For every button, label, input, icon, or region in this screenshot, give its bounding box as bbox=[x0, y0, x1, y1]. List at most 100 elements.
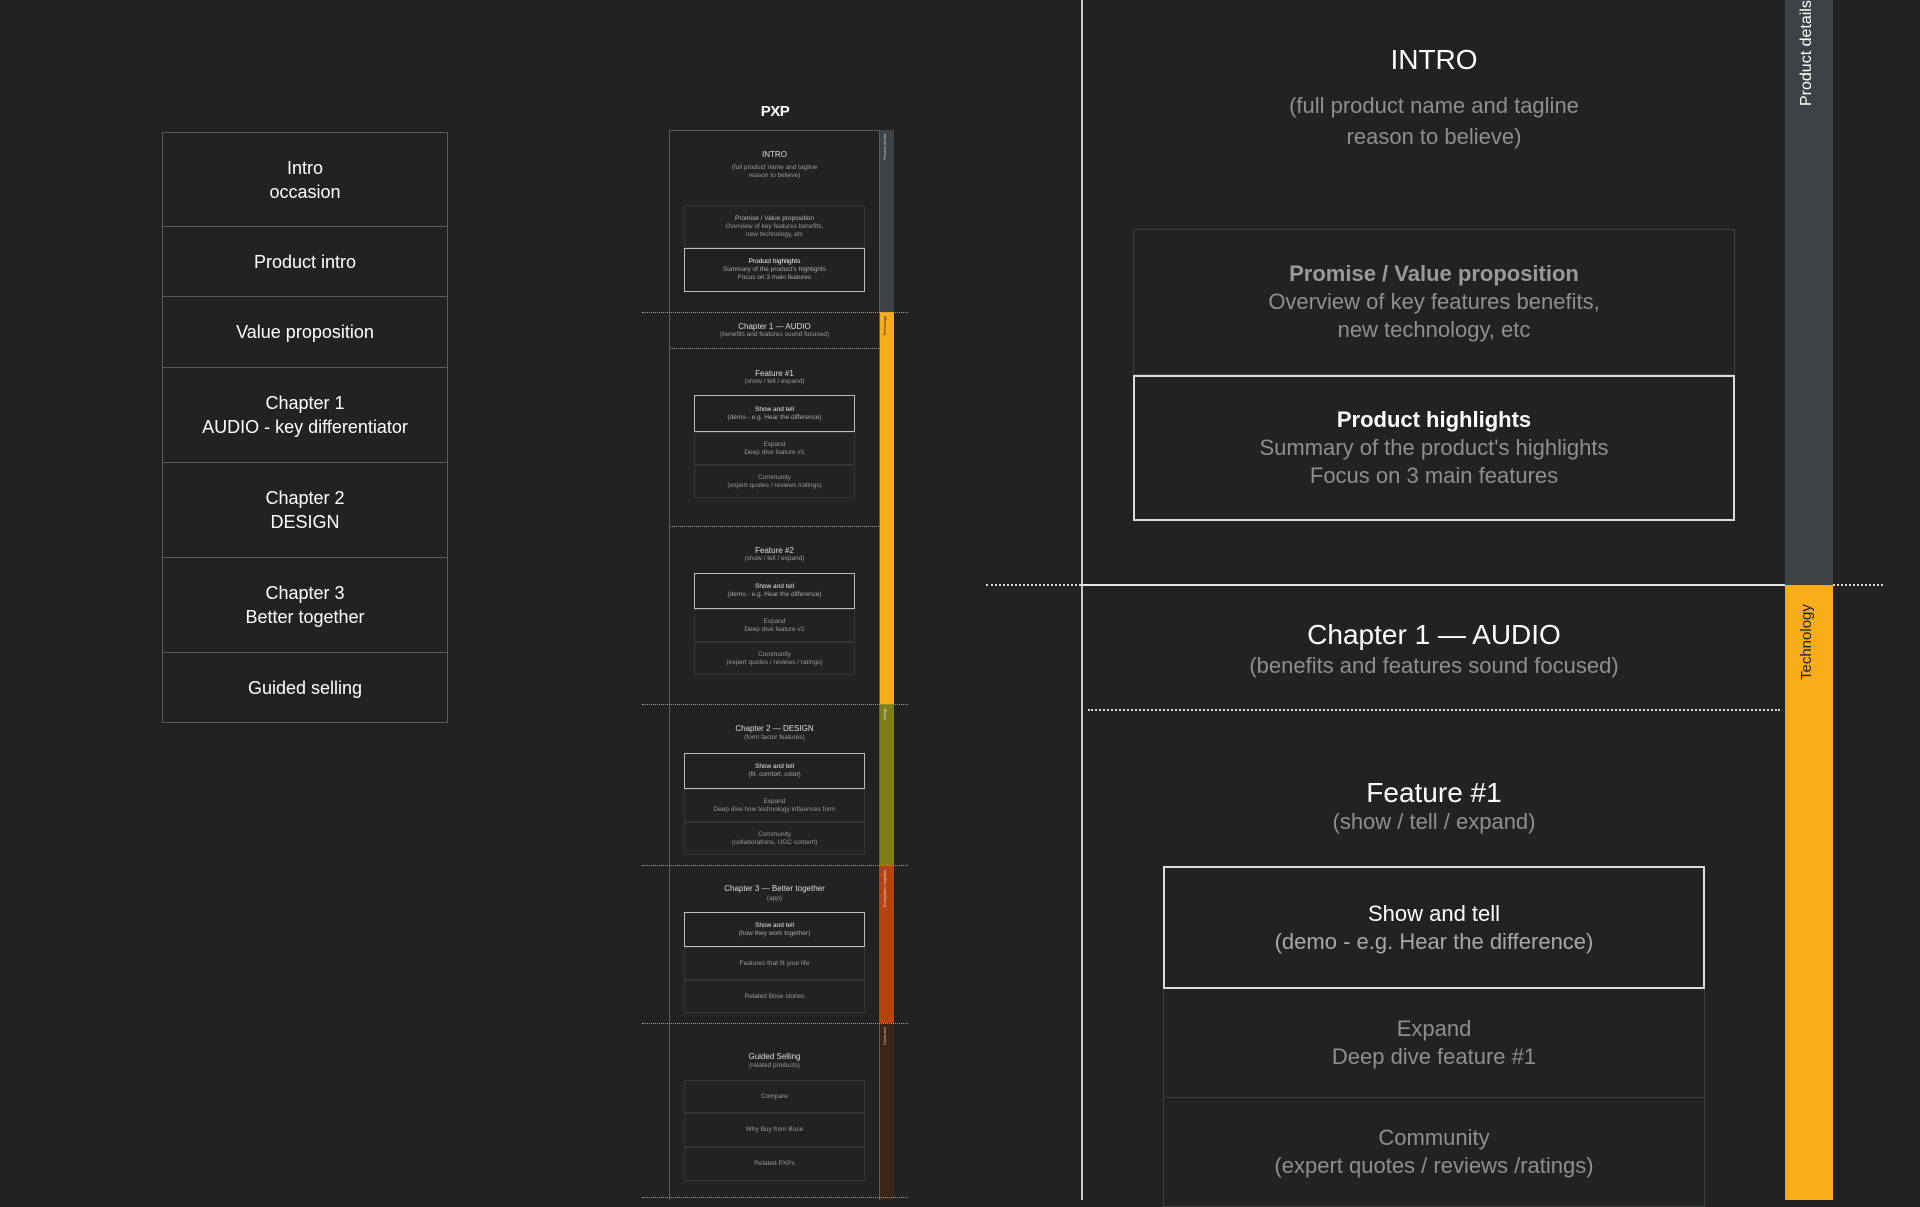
detail-highlights-box: Product highlights Summary of the produc… bbox=[1133, 375, 1735, 521]
detail-box-title: Product highlights bbox=[1336, 407, 1532, 432]
mini-f1-show-box: Show and tell (demo - e.g. Hear the diff… bbox=[694, 395, 855, 432]
outline-line: Better together bbox=[245, 607, 365, 627]
detail-f1-sub: (show / tell / expand) bbox=[1332, 809, 1536, 834]
band-design bbox=[880, 704, 894, 865]
detail-box-line: Focus on 3 main features bbox=[1309, 463, 1559, 488]
detail-box-title: Show and tell bbox=[1367, 900, 1501, 926]
mini-f1-title: Feature #1 bbox=[755, 369, 794, 378]
detail-divider-solid bbox=[1081, 584, 1785, 586]
mini-ch2-show-box: Show and tell (fit, comfort, color) bbox=[684, 753, 865, 789]
mini-box-line: Summary of the product's highlights bbox=[722, 266, 827, 273]
mini-ch2-expand-box: Expand Deep dive how technology influenc… bbox=[684, 789, 865, 822]
mini-f1-community-box: Community (expert quotes / reviews /rati… bbox=[694, 465, 855, 498]
mini-intro-sub: (full product name and tagline bbox=[731, 164, 818, 171]
mini-box-line: Overview of key features benefits, bbox=[725, 222, 824, 230]
detail-divider-dotted bbox=[986, 584, 1081, 586]
detail-box-title: Expand bbox=[1396, 1016, 1472, 1041]
mini-box-title: Show and tell bbox=[754, 921, 795, 929]
outline-line: Value proposition bbox=[236, 322, 374, 342]
outline-item-product-intro: Product intro bbox=[162, 226, 448, 297]
mini-box-line: (how they work together) bbox=[738, 929, 811, 937]
mini-box-line: (fit, comfort, color) bbox=[748, 771, 801, 778]
mini-ch3-sub: (app) bbox=[766, 895, 783, 902]
detail-ch1-sub: (benefits and features sound focused) bbox=[1249, 653, 1619, 678]
mini-f2-show-box: Show and tell (demo - e.g. Hear the diff… bbox=[694, 573, 855, 609]
detail-f1-title: Feature #1 bbox=[1366, 777, 1502, 808]
mini-ch1-title: Chapter 1 — AUDIO bbox=[738, 322, 811, 331]
mini-f2-title: Feature #2 bbox=[755, 546, 794, 555]
detail-left-border bbox=[1081, 0, 1083, 1200]
detail-band-label: Product details bbox=[1798, 0, 1815, 106]
detail-community-box: Community (expert quotes / reviews /rati… bbox=[1163, 1097, 1705, 1207]
outline-line: Chapter 3 bbox=[265, 583, 345, 603]
mini-divider bbox=[642, 865, 908, 866]
mini-box-line: Deep dive how technology influences form bbox=[713, 805, 836, 813]
mini-box-title: Compare bbox=[761, 1092, 788, 1100]
mini-box-line: (expert quotes / reviews / ratings) bbox=[726, 658, 823, 666]
mini-box-line: Deep dive feature #1 bbox=[744, 448, 805, 456]
detail-promise-box: Promise / Value proposition Overview of … bbox=[1133, 229, 1735, 375]
mini-box-line: (demo - e.g. Hear the difference) bbox=[727, 413, 822, 421]
mini-f2-sub: (show / tell / expand) bbox=[744, 555, 805, 562]
mini-gs-title: Guided Selling bbox=[748, 1052, 801, 1061]
mini-gs-why-box: Why Buy from Bose bbox=[684, 1113, 865, 1147]
outline-line: Product intro bbox=[253, 251, 357, 272]
mini-box-title: Related Bose stories bbox=[744, 992, 805, 1000]
mini-divider bbox=[670, 348, 879, 349]
band-label: Cross sell bbox=[882, 1027, 887, 1045]
band-label: Ecosystem / together bbox=[882, 869, 887, 907]
mini-box-title: Expand bbox=[763, 797, 786, 805]
detail-box-line: new technology, etc bbox=[1337, 317, 1531, 342]
detail-box-title: Community bbox=[1378, 1125, 1490, 1150]
mini-ch2-title: Chapter 2 — DESIGN bbox=[735, 724, 814, 733]
mini-gs-compare-box: Compare bbox=[684, 1080, 865, 1113]
mini-f2-community-box: Community (expert quotes / reviews / rat… bbox=[694, 642, 855, 675]
detail-box-line: Deep dive feature #1 bbox=[1331, 1044, 1537, 1069]
detail-intro-sub: (full product name and tagline bbox=[1289, 93, 1579, 118]
mini-divider bbox=[642, 1023, 908, 1024]
outline-line: occasion bbox=[269, 181, 341, 202]
mini-ch3-title: Chapter 3 — Better together bbox=[724, 884, 825, 893]
mini-ch1-sub: (benefits and features sound focused) bbox=[719, 331, 830, 338]
outline-line: Chapter 2 bbox=[265, 488, 345, 508]
mini-box-title: Promise / Value proposition bbox=[734, 214, 814, 222]
mini-box-line: new technology, etc bbox=[746, 230, 803, 238]
mini-box-line: Focus on 3 main features bbox=[737, 274, 812, 281]
outline-item-intro: Intro occasion bbox=[162, 132, 448, 227]
outline-line: AUDIO - key differentiator bbox=[202, 417, 408, 437]
detail-show-box: Show and tell (demo - e.g. Hear the diff… bbox=[1163, 866, 1705, 989]
mini-box-line: Deep dive feature #2 bbox=[744, 625, 805, 633]
mini-box-title: Expand bbox=[763, 617, 786, 625]
mini-divider bbox=[642, 1197, 908, 1198]
band-cross-sell bbox=[880, 1023, 894, 1200]
detail-divider-dotted bbox=[1833, 584, 1883, 586]
outline-line: Intro bbox=[286, 157, 324, 178]
mini-gs-related-box: Related PXPs bbox=[684, 1147, 865, 1181]
outline-line: DESIGN bbox=[270, 512, 340, 532]
outline-line: Chapter 1 bbox=[265, 393, 345, 413]
detail-band-label: Technology bbox=[1798, 604, 1815, 680]
detail-box-line: (expert quotes / reviews /ratings) bbox=[1274, 1153, 1594, 1178]
mini-box-title: Show and tell bbox=[754, 763, 795, 770]
mini-highlights-box: Product highlights Summary of the produc… bbox=[684, 248, 865, 292]
mini-f1-sub: (show / tell / expand) bbox=[744, 378, 805, 385]
mini-box-title: Show and tell bbox=[754, 583, 795, 590]
mini-intro-title: INTRO bbox=[762, 150, 787, 159]
mini-divider bbox=[642, 704, 908, 705]
detail-expand-box: Expand Deep dive feature #1 bbox=[1163, 989, 1705, 1098]
mini-ch3-show-box: Show and tell (how they work together) bbox=[684, 912, 865, 947]
mini-gs-sub: (related products) bbox=[749, 1062, 800, 1069]
mini-box-title: Show and tell bbox=[754, 405, 795, 413]
band-label: Technology bbox=[882, 316, 887, 337]
outline-item-chapter-2: Chapter 2 DESIGN bbox=[162, 462, 448, 558]
mini-box-line: (demo - e.g. Hear the difference) bbox=[727, 591, 822, 598]
mini-divider bbox=[670, 526, 879, 527]
band-technology bbox=[880, 312, 894, 704]
mini-ch2-sub: (form factor features) bbox=[744, 734, 805, 741]
mini-intro-sub: reason to believe) bbox=[748, 172, 801, 179]
band-label: Design bbox=[882, 708, 887, 721]
mini-box-title: Expand bbox=[763, 440, 786, 448]
mini-box-title: Why Buy from Bose bbox=[745, 1126, 804, 1133]
mini-box-title: Features that fit your life bbox=[739, 959, 810, 967]
detail-box-line: Overview of key features benefits, bbox=[1268, 289, 1600, 314]
